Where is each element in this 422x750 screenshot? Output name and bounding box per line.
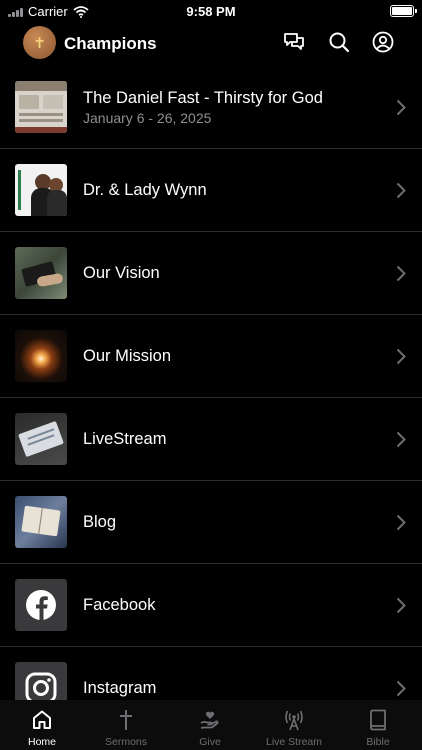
facebook-icon: [26, 590, 56, 620]
church-logo[interactable]: ✝: [23, 26, 56, 59]
app-header: ✝ Champions: [0, 24, 422, 64]
chevron-right-icon: [396, 99, 406, 116]
our-mission-thumbnail: [15, 330, 67, 382]
our-vision-thumbnail: [15, 247, 67, 299]
instagram-icon: [25, 672, 57, 700]
tab-label: Home: [27, 736, 56, 748]
chevron-right-icon: [396, 182, 406, 199]
tab-sermons[interactable]: Sermons: [84, 700, 168, 750]
list-item-title: Dr. & Lady Wynn: [83, 181, 207, 199]
list-item-blog[interactable]: Blog: [0, 481, 422, 564]
list-item-our-mission[interactable]: Our Mission: [0, 315, 422, 398]
list-item-title: Blog: [83, 513, 117, 531]
status-bar: Carrier 9:58 PM: [0, 0, 422, 22]
instagram-thumbnail: [15, 662, 67, 700]
list-item-title: Our Vision: [83, 264, 160, 282]
tab-label: Live Stream: [265, 736, 323, 748]
list-item-our-vision[interactable]: Our Vision: [0, 232, 422, 315]
list-item-title: Facebook: [83, 596, 156, 614]
tab-give[interactable]: Give: [168, 700, 252, 750]
tab-label: Bible: [366, 736, 390, 748]
chevron-right-icon: [396, 680, 406, 697]
chevron-right-icon: [396, 431, 406, 448]
tab-live-stream[interactable]: Live Stream: [252, 700, 336, 750]
book-icon: [370, 709, 386, 731]
home-icon: [33, 710, 51, 729]
tab-bar: Home Sermons Give Live Stream Bible: [0, 700, 422, 750]
cross-icon: [120, 710, 132, 730]
list-item-instagram[interactable]: Instagram: [0, 647, 422, 700]
chevron-right-icon: [396, 265, 406, 282]
app-title: Champions: [64, 34, 157, 53]
broadcast-icon: [285, 710, 303, 731]
livestream-thumbnail: [15, 413, 67, 465]
list-item-livestream[interactable]: LiveStream: [0, 398, 422, 481]
tab-label: Give: [199, 736, 221, 748]
chevron-right-icon: [396, 597, 406, 614]
chevron-right-icon: [396, 348, 406, 365]
chat-icon[interactable]: [282, 30, 306, 54]
blog-thumbnail: [15, 496, 67, 548]
search-icon[interactable]: [327, 30, 351, 54]
list-item-subtitle: January 6 - 26, 2025: [83, 110, 212, 126]
list-item-title: LiveStream: [83, 430, 167, 448]
list-item-dr-lady-wynn[interactable]: Dr. & Lady Wynn: [0, 149, 422, 232]
status-time: 9:58 PM: [186, 4, 236, 19]
list-item-daniel-fast[interactable]: The Daniel Fast - Thirsty for God Januar…: [0, 66, 422, 149]
give-hand-icon: [200, 711, 219, 729]
account-icon[interactable]: [371, 30, 395, 54]
content-list: The Daniel Fast - Thirsty for God Januar…: [0, 66, 422, 700]
list-item-title: Instagram: [83, 679, 157, 697]
list-item-title: The Daniel Fast - Thirsty for God: [83, 89, 323, 107]
tab-label: Sermons: [104, 736, 147, 748]
list-item-title: Our Mission: [83, 347, 172, 365]
daniel-fast-thumbnail: [15, 81, 67, 133]
tab-bible[interactable]: Bible: [336, 700, 420, 750]
list-item-facebook[interactable]: Facebook: [0, 564, 422, 647]
battery-icon: [390, 5, 417, 17]
tab-home[interactable]: Home: [0, 700, 84, 750]
facebook-thumbnail: [15, 579, 67, 631]
chevron-right-icon: [396, 514, 406, 531]
dr-lady-wynn-thumbnail: [15, 164, 67, 216]
